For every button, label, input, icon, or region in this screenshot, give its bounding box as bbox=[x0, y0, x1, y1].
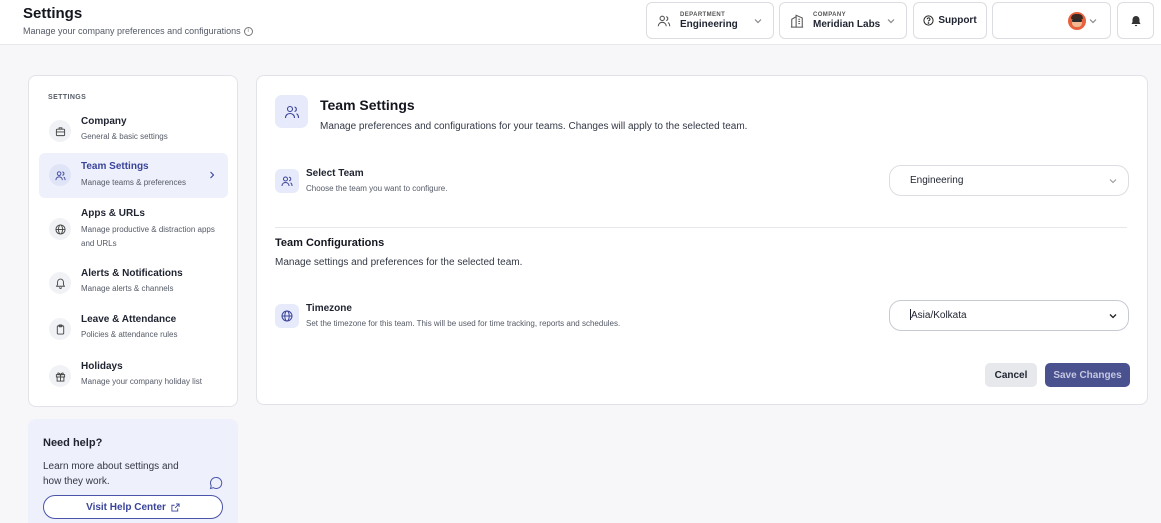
page-title: Settings bbox=[23, 5, 83, 22]
sidebar-item-title: Apps & URLs bbox=[81, 208, 145, 219]
sidebar-item-company[interactable]: Company General & basic settings bbox=[39, 113, 228, 147]
sidebar-item-apps-urls[interactable]: Apps & URLs Manage productive & distract… bbox=[39, 206, 228, 252]
sidebar-item-desc: General & basic settings bbox=[81, 132, 168, 141]
chevron-down-icon bbox=[1089, 19, 1097, 24]
chevron-down-icon bbox=[1109, 314, 1117, 319]
page-subtitle-text: Manage your company preferences and conf… bbox=[23, 26, 241, 36]
help-text: Learn more about settings and how they w… bbox=[43, 461, 179, 487]
globe-icon bbox=[275, 304, 299, 328]
sidebar-item-title: Leave & Attendance bbox=[81, 314, 177, 325]
timezone-select[interactable]: Asia/Kolkata bbox=[889, 300, 1129, 331]
sidebar-item-holidays[interactable]: Holidays Manage your company holiday lis… bbox=[39, 359, 228, 393]
users-icon bbox=[49, 164, 71, 186]
panel-subtitle: Manage preferences and configurations fo… bbox=[320, 121, 748, 132]
help-button-label: Visit Help Center bbox=[86, 501, 166, 513]
timezone-title: Timezone bbox=[306, 303, 352, 314]
avatar bbox=[1068, 12, 1086, 30]
cancel-button[interactable]: Cancel bbox=[985, 363, 1037, 387]
sidebar-item-title: Holidays bbox=[81, 361, 123, 372]
company-label: COMPANY bbox=[813, 11, 847, 18]
user-menu[interactable] bbox=[992, 2, 1111, 39]
help-title: Need help? bbox=[43, 437, 103, 449]
external-link-icon bbox=[171, 502, 180, 512]
sidebar-item-title: Team Settings bbox=[81, 161, 149, 172]
gift-icon bbox=[49, 365, 71, 387]
users-icon bbox=[657, 15, 671, 26]
team-config-subtitle: Manage settings and preferences for the … bbox=[275, 257, 523, 268]
support-button[interactable]: Support bbox=[913, 2, 987, 39]
help-circle-icon bbox=[923, 15, 934, 26]
chevron-down-icon bbox=[1109, 179, 1117, 184]
sidebar-item-desc: Manage alerts & channels bbox=[81, 284, 174, 293]
sidebar-item-alerts[interactable]: Alerts & Notifications Manage alerts & c… bbox=[39, 266, 228, 300]
chevron-down-icon bbox=[887, 19, 895, 24]
settings-sidebar: SETTINGS Company General & basic setting… bbox=[28, 75, 238, 407]
team-settings-panel: Team Settings Manage preferences and con… bbox=[256, 75, 1148, 405]
department-selector[interactable]: DEPARTMENT Engineering bbox=[646, 2, 774, 39]
support-label: Support bbox=[938, 15, 977, 26]
sidebar-heading: SETTINGS bbox=[48, 94, 87, 101]
select-team-title: Select Team bbox=[306, 168, 364, 179]
briefcase-icon bbox=[49, 120, 71, 142]
info-icon[interactable]: i bbox=[243, 26, 253, 36]
panel-title: Team Settings bbox=[320, 97, 415, 113]
users-icon bbox=[275, 169, 299, 193]
chevron-down-icon bbox=[754, 19, 762, 24]
timezone-select-value: Asia/Kolkata bbox=[911, 310, 967, 321]
chat-bubble-icon bbox=[209, 476, 223, 490]
notifications-button[interactable] bbox=[1117, 2, 1154, 39]
team-config-title: Team Configurations bbox=[275, 237, 385, 249]
bell-icon bbox=[49, 272, 71, 294]
sidebar-item-title: Alerts & Notifications bbox=[81, 268, 183, 279]
sidebar-item-leave-attendance[interactable]: Leave & Attendance Policies & attendance… bbox=[39, 312, 228, 346]
company-selector[interactable]: COMPANY Meridian Labs bbox=[779, 2, 907, 39]
department-value: Engineering bbox=[680, 18, 738, 30]
save-changes-button[interactable]: Save Changes bbox=[1045, 363, 1130, 387]
page-subtitle: Manage your company preferences and conf… bbox=[23, 26, 253, 36]
team-select[interactable]: Engineering bbox=[889, 165, 1129, 196]
sidebar-item-desc: Policies & attendance rules bbox=[81, 330, 178, 339]
timezone-desc: Set the timezone for this team. This wil… bbox=[306, 319, 621, 328]
globe-icon bbox=[49, 218, 71, 240]
clipboard-icon bbox=[49, 318, 71, 340]
sidebar-item-team-settings[interactable]: Team Settings Manage teams & preferences bbox=[39, 153, 228, 198]
sidebar-item-title: Company bbox=[81, 116, 127, 127]
sidebar-item-desc: Manage teams & preferences bbox=[81, 178, 186, 187]
visit-help-center-button[interactable]: Visit Help Center bbox=[43, 495, 223, 519]
team-select-value: Engineering bbox=[910, 175, 964, 186]
sidebar-item-desc: Manage productive & distraction apps and… bbox=[81, 225, 215, 248]
users-icon bbox=[275, 95, 308, 128]
sidebar-item-desc: Manage your company holiday list bbox=[81, 377, 202, 386]
select-team-desc: Choose the team you want to configure. bbox=[306, 184, 448, 193]
section-divider bbox=[275, 227, 1127, 228]
bell-icon bbox=[1131, 15, 1140, 26]
top-header: Settings Manage your company preferences… bbox=[0, 0, 1161, 45]
department-label: DEPARTMENT bbox=[680, 11, 726, 18]
chevron-right-icon bbox=[210, 171, 215, 179]
company-value: Meridian Labs bbox=[813, 18, 881, 30]
help-card: Need help? Learn more about settings and… bbox=[28, 419, 238, 523]
building-icon bbox=[790, 14, 804, 28]
